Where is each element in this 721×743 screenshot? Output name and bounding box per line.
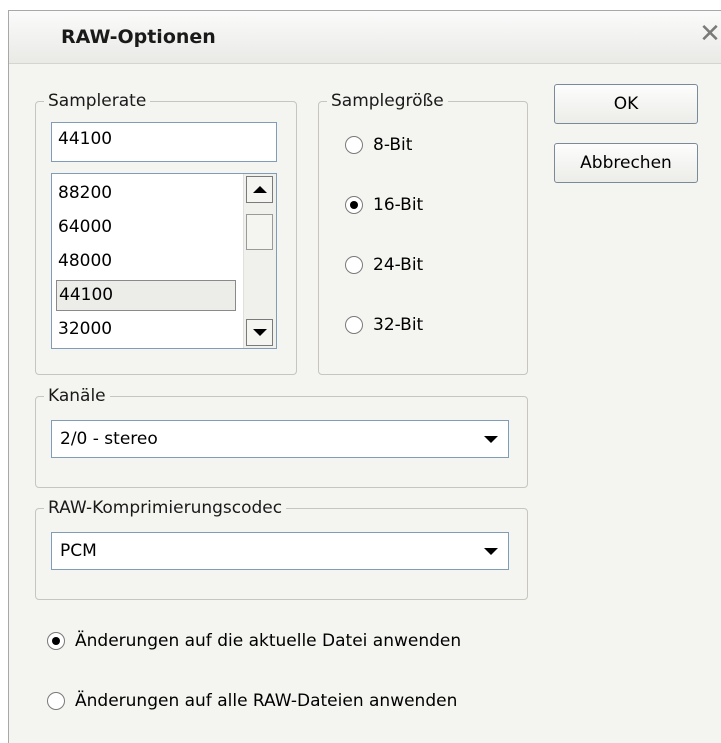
- channels-legend: Kanäle: [48, 386, 106, 406]
- samplerate-list-item[interactable]: 64000: [56, 212, 236, 243]
- channels-value: 2/0 - stereo: [60, 429, 158, 449]
- radio-button[interactable]: [345, 136, 363, 154]
- raw-options-dialog: RAW-Optionen ✕ Samplerate 44100 88200 640…: [8, 10, 721, 743]
- samplerate-list-item[interactable]: 44100: [56, 280, 236, 311]
- cancel-button[interactable]: Abbrechen: [554, 143, 698, 183]
- chevron-down-icon: [484, 548, 498, 555]
- radio-button[interactable]: [47, 692, 65, 710]
- radio-label: 32-Bit: [373, 315, 424, 335]
- radio-button[interactable]: [47, 632, 65, 650]
- radio-button[interactable]: [345, 316, 363, 334]
- samplesize-option[interactable]: 16-Bit: [345, 193, 423, 217]
- codec-value: PCM: [60, 541, 97, 561]
- samplesize-option[interactable]: 8-Bit: [345, 133, 412, 157]
- arrow-down-icon[interactable]: [246, 319, 273, 346]
- radio-label: 8-Bit: [373, 135, 413, 155]
- close-icon[interactable]: ✕: [699, 19, 721, 49]
- channels-dropdown[interactable]: 2/0 - stereo: [51, 420, 509, 458]
- codec-dropdown[interactable]: PCM: [51, 532, 509, 570]
- dialog-title: RAW-Optionen: [61, 26, 216, 48]
- title-bar: RAW-Optionen ✕: [9, 11, 721, 64]
- radio-label: Änderungen auf die aktuelle Datei anwend…: [75, 631, 462, 651]
- chevron-down-icon: [484, 436, 498, 443]
- samplerate-list[interactable]: 88200 64000 48000 44100 32000: [51, 173, 277, 349]
- apply-option[interactable]: Änderungen auf alle RAW-Dateien anwenden: [47, 689, 457, 713]
- radio-label: Änderungen auf alle RAW-Dateien anwenden: [75, 691, 458, 711]
- apply-option[interactable]: Änderungen auf die aktuelle Datei anwend…: [47, 629, 461, 653]
- samplerate-list-item[interactable]: 48000: [56, 246, 236, 277]
- samplesize-legend: Samplegröße: [331, 91, 444, 111]
- radio-button[interactable]: [345, 196, 363, 214]
- arrow-up-icon[interactable]: [246, 176, 273, 203]
- radio-label: 16-Bit: [373, 195, 424, 215]
- ok-button[interactable]: OK: [554, 84, 698, 124]
- samplerate-legend: Samplerate: [48, 91, 147, 111]
- radio-button[interactable]: [345, 256, 363, 274]
- samplerate-list-item[interactable]: 88200: [56, 178, 236, 209]
- samplesize-option[interactable]: 32-Bit: [345, 313, 423, 337]
- radio-label: 24-Bit: [373, 255, 424, 275]
- samplerate-scrollbar[interactable]: [243, 174, 276, 348]
- samplerate-list-item[interactable]: 32000: [56, 314, 236, 345]
- samplerate-input[interactable]: 44100: [51, 122, 277, 162]
- scrollbar-thumb[interactable]: [246, 214, 273, 250]
- samplesize-option[interactable]: 24-Bit: [345, 253, 423, 277]
- codec-legend: RAW-Komprimierungscodec: [48, 498, 283, 518]
